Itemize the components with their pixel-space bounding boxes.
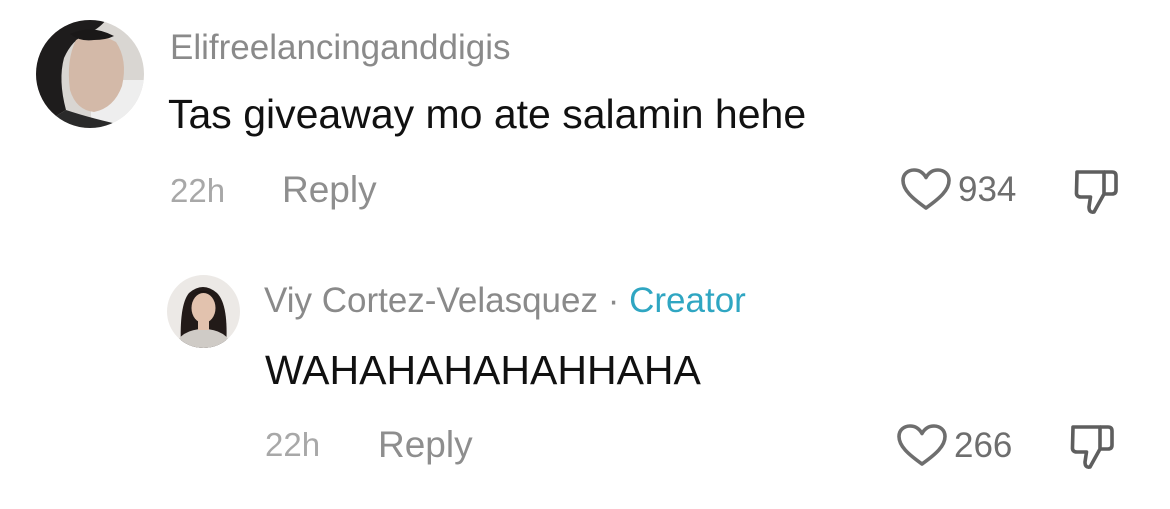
avatar[interactable] <box>167 275 240 348</box>
like-button[interactable]: 934 <box>900 167 1016 211</box>
thumbs-down-outline-icon <box>1070 425 1114 469</box>
reply-timestamp: 22h <box>265 426 321 463</box>
comment-timestamp: 22h <box>170 172 226 209</box>
comment-username[interactable]: Elifreelancinganddigis <box>170 30 511 65</box>
reply-button[interactable]: Reply <box>282 171 377 208</box>
reply-username[interactable]: Viy Cortez-Velasquez · Creator <box>264 283 746 318</box>
reply-text: WAHAHAHAHAHHAHA <box>265 347 701 393</box>
dislike-button[interactable] <box>1072 166 1120 216</box>
reply-username-name[interactable]: Viy Cortez-Velasquez <box>264 281 598 320</box>
creator-badge: Creator <box>629 281 746 320</box>
avatar-image <box>167 275 240 348</box>
separator-dot: · <box>607 281 620 320</box>
like-count: 266 <box>954 425 1013 465</box>
avatar[interactable] <box>36 20 144 128</box>
thumbs-down-outline-icon <box>1074 170 1118 214</box>
heart-outline-icon <box>897 424 947 466</box>
dislike-button[interactable] <box>1068 421 1116 471</box>
like-count: 934 <box>958 169 1017 209</box>
comment-text: Tas giveaway mo ate salamin hehe <box>168 91 807 137</box>
like-button[interactable]: 266 <box>896 423 1012 467</box>
heart-outline-icon <box>901 168 951 210</box>
avatar-image <box>36 20 144 128</box>
reply-button[interactable]: Reply <box>378 426 473 463</box>
